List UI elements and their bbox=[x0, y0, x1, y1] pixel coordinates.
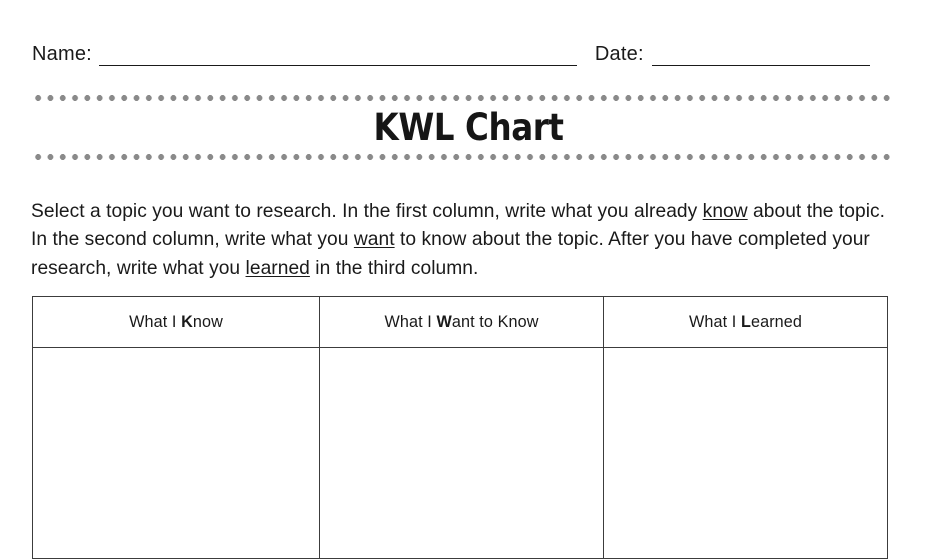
page-title: KWL Chart bbox=[373, 106, 564, 149]
cell-know[interactable] bbox=[32, 347, 320, 559]
instruction-keyword: learned bbox=[245, 257, 310, 279]
table-row bbox=[32, 347, 888, 559]
header-suffix: now bbox=[192, 312, 223, 331]
header-suffix: earned bbox=[750, 312, 802, 331]
header-prefix: What I bbox=[689, 312, 741, 331]
header-emphasis-letter: L bbox=[740, 312, 751, 331]
kwl-table: What I Know What I Want to Know What I L… bbox=[32, 296, 888, 559]
instruction-fragment: in the third column. bbox=[309, 257, 479, 279]
instruction-keyword: know bbox=[702, 201, 748, 223]
instruction-fragment: Select a topic you want to research. In … bbox=[31, 201, 703, 223]
cell-learned[interactable] bbox=[603, 347, 888, 559]
instruction-keyword: want bbox=[353, 229, 395, 251]
name-date-row: Name: Date: bbox=[32, 32, 890, 66]
instructions-text: Select a topic you want to research. In … bbox=[31, 198, 891, 283]
name-input[interactable] bbox=[98, 46, 577, 66]
kwl-table-head: What I Know What I Want to Know What I L… bbox=[32, 296, 888, 348]
date-label: Date: bbox=[594, 43, 644, 65]
column-header-learned: What I Learned bbox=[603, 296, 888, 348]
dotted-divider-top bbox=[32, 95, 892, 101]
column-header-want: What I Want to Know bbox=[319, 296, 604, 348]
worksheet-page: Name: Date: KWL Chart Select a topic you… bbox=[0, 0, 937, 559]
dotted-divider-bottom bbox=[32, 154, 892, 160]
header-suffix: ant to Know bbox=[451, 312, 539, 331]
header-emphasis-letter: K bbox=[181, 312, 193, 331]
column-header-know: What I Know bbox=[32, 296, 320, 348]
name-label: Name: bbox=[32, 43, 92, 65]
kwl-table-body bbox=[32, 347, 888, 559]
cell-want[interactable] bbox=[319, 347, 604, 559]
header-emphasis-letter: W bbox=[436, 312, 452, 331]
date-input[interactable] bbox=[651, 46, 870, 66]
table-header-row: What I Know What I Want to Know What I L… bbox=[32, 296, 888, 348]
header-prefix: What I bbox=[129, 312, 182, 331]
header-prefix: What I bbox=[384, 312, 437, 331]
